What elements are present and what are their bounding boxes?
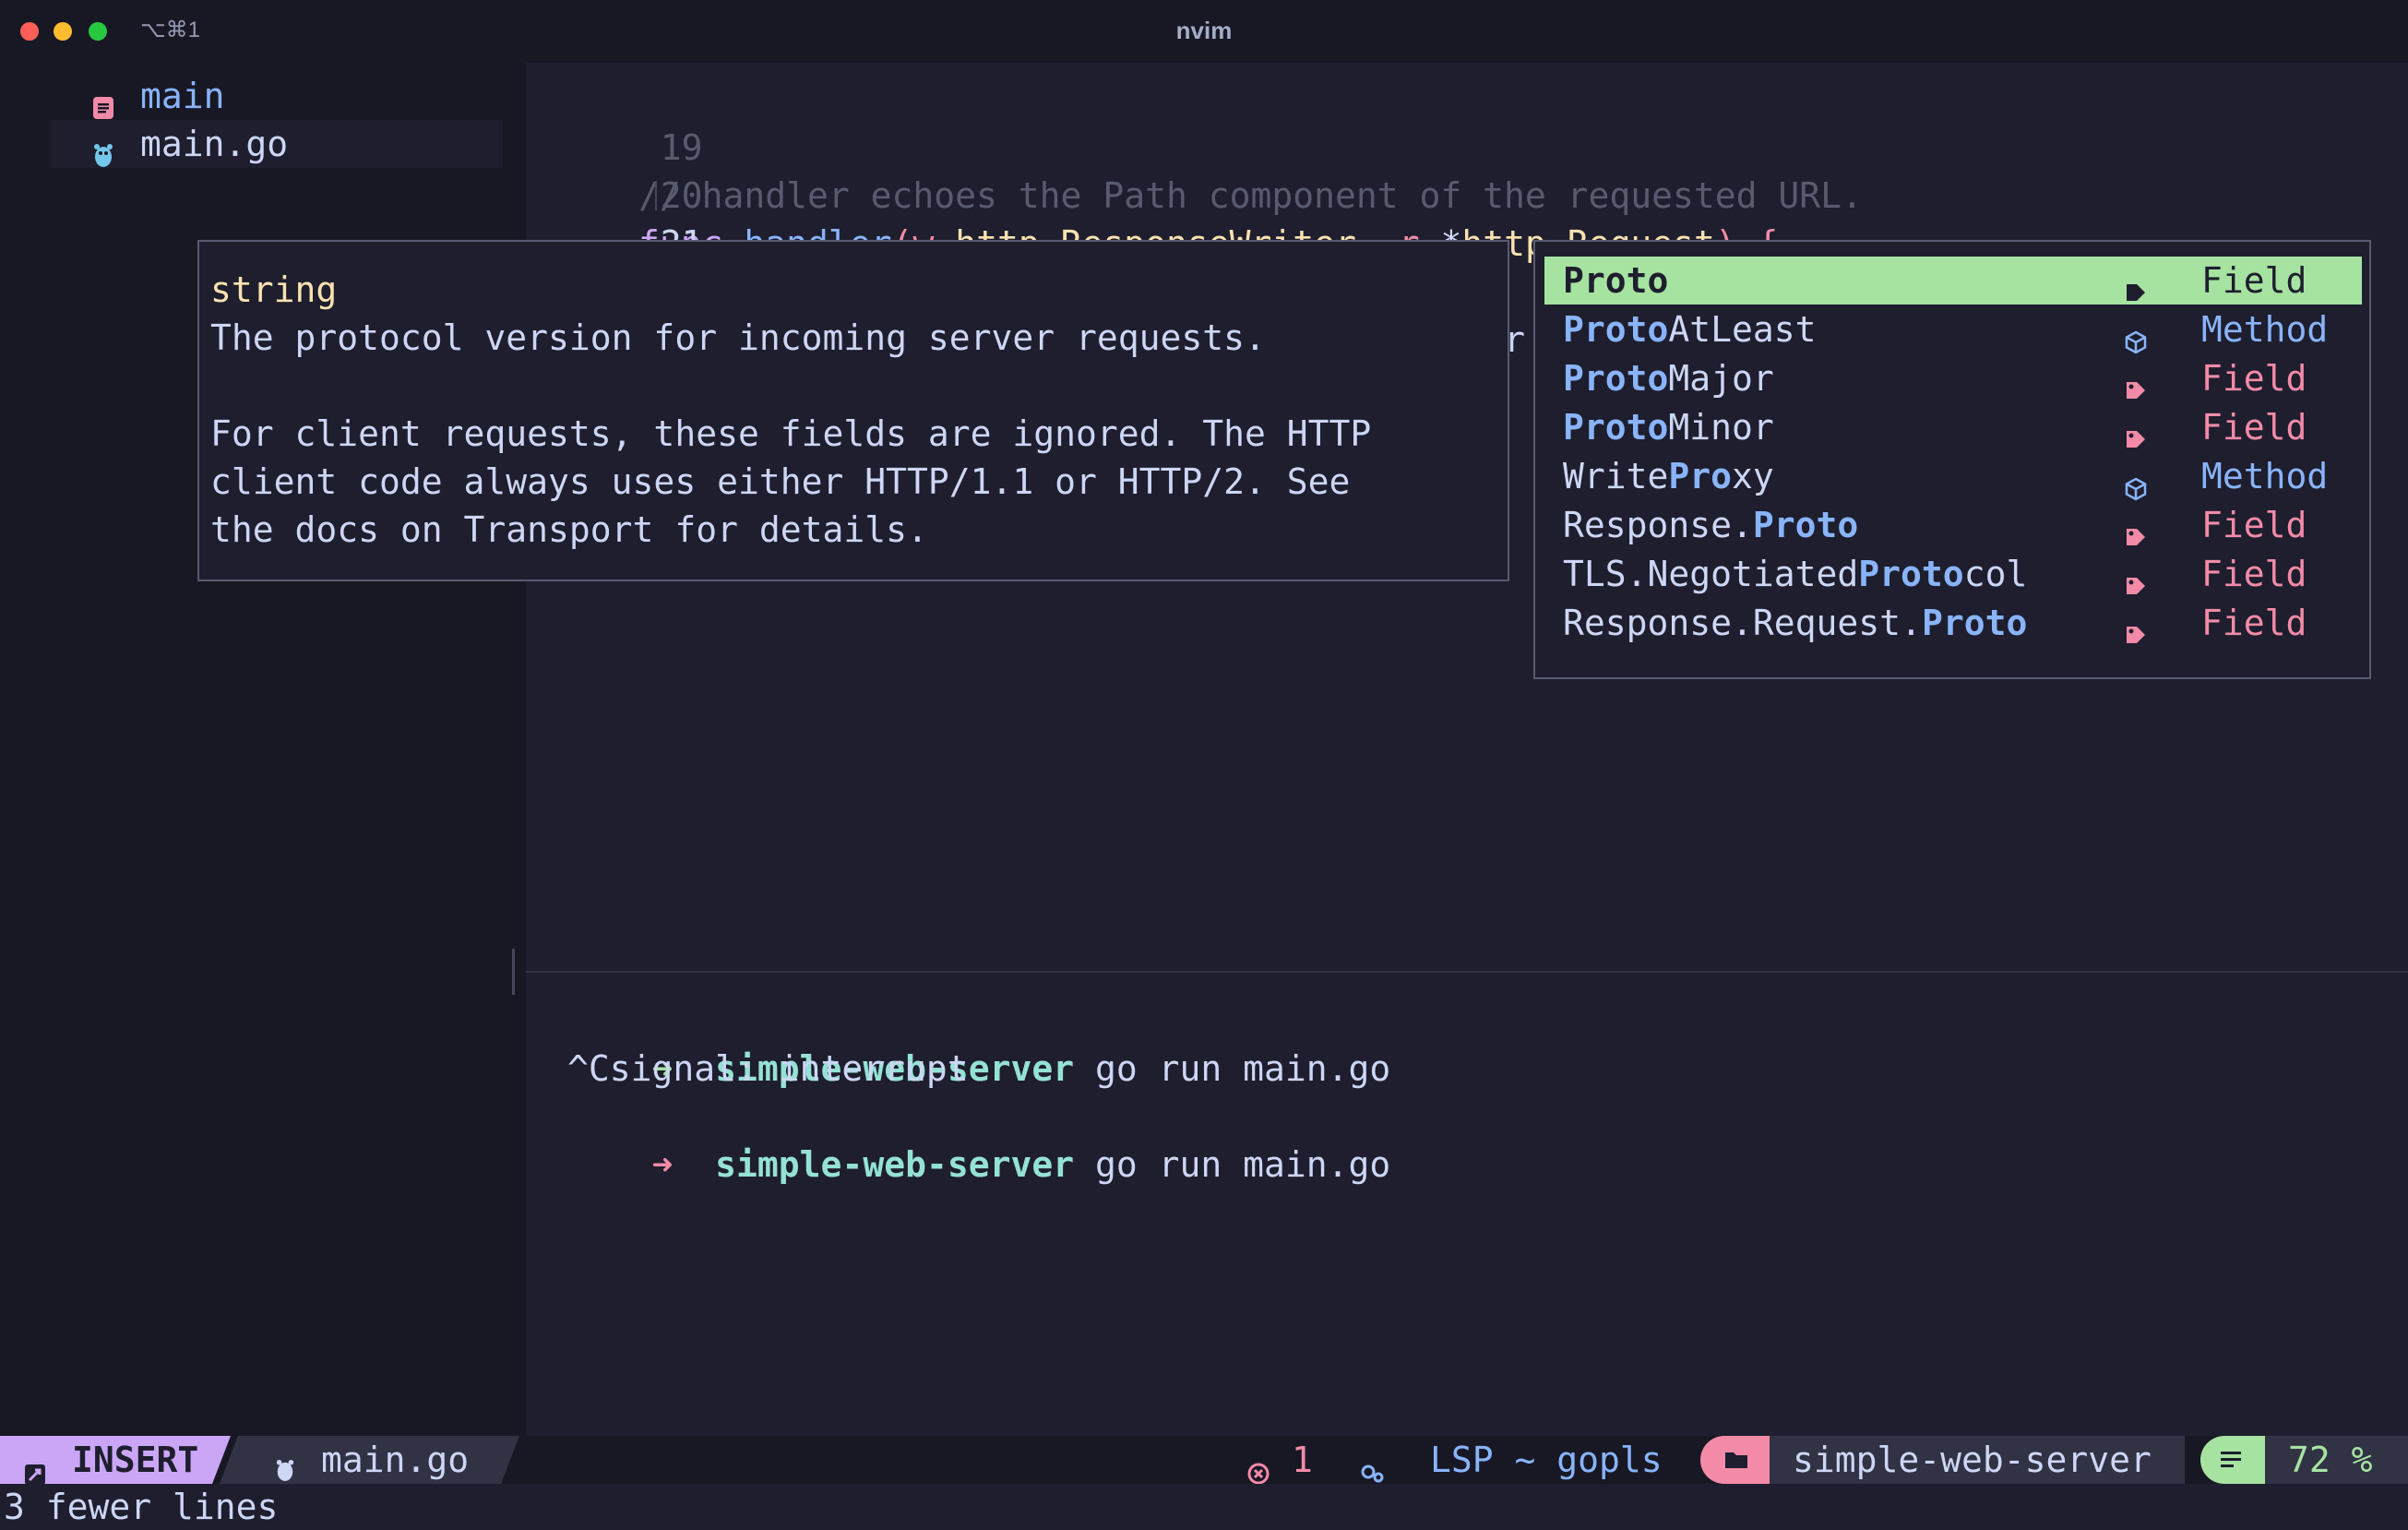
completion-item-kind: Field [2201, 260, 2307, 301]
command-line[interactable]: 3 fewer lines [0, 1484, 2408, 1530]
completion-item-label: ProtoAtLeast [1563, 309, 1817, 350]
code-comment: // handler echoes the Path component of … [638, 175, 1863, 216]
prompt-arrow-icon: ➜ [651, 1144, 674, 1185]
completion-item-kind: Field [2201, 407, 2307, 448]
completion-match: Proto [1563, 358, 1669, 399]
completion-item[interactable]: TLS.NegotiatedProtocol Field [1544, 550, 2362, 598]
completion-item-kind: Field [2201, 505, 2307, 545]
completion-match: Proto [1563, 407, 1669, 448]
progress-icon [2200, 1436, 2265, 1484]
completion-item-kind: Field [2201, 358, 2307, 399]
prompt-dir: simple-web-server [715, 1144, 1075, 1185]
mode-segment: INSERT [0, 1436, 231, 1484]
tree-item-label: main.go [140, 124, 289, 164]
statusline: INSERT main.go 1 LSP ~ gopls simple-web-… [0, 1436, 2408, 1485]
error-count[interactable]: 1 [1292, 1436, 1313, 1484]
terminal-line: ^Csignal: interrupt [567, 1048, 969, 1089]
completion-item-label: Proto [1563, 257, 1668, 305]
terminal-command: go run main.go [1095, 1144, 1391, 1185]
completion-match: Proto [1921, 603, 2028, 643]
completion-item[interactable]: ProtoMinor Field [1544, 403, 2362, 451]
window-title: nvim [1175, 17, 1233, 44]
hover-doc-popup: string The protocol version for incoming… [197, 240, 1509, 581]
completion-item-label: Response.Proto [1563, 505, 1859, 545]
completion-item-label: Response.Request.Proto [1563, 603, 2028, 643]
terminal-line: ➜ simple-web-server go run main.go [567, 1093, 1391, 1185]
completion-item-label: ProtoMinor [1563, 407, 1774, 448]
code-line: 19 // handler echoes the Path component … [526, 76, 1863, 216]
terminal-command: go run main.go [1095, 1048, 1391, 1089]
completion-item[interactable]: Proto Field [1544, 257, 2362, 305]
terminal-pane[interactable]: ➜ simple-web-server go run main.go ^Csig… [526, 997, 2408, 1430]
cwd-segment: simple-web-server [1770, 1436, 2185, 1484]
completion-item[interactable]: WriteProxy Method [1544, 452, 2362, 501]
completion-item[interactable]: Response.Request.Proto Field [1544, 599, 2362, 647]
hover-doc-line: For client requests, these fields are ig… [210, 413, 1372, 454]
code-line-current: 21 fmt.Fprintf(w, "%s %s %s\n", r.Method… [526, 172, 1781, 360]
indent-guide [655, 181, 657, 210]
hover-doc-line: the docs on Transport for details. [210, 509, 928, 550]
lsp-status[interactable]: LSP ~ gopls [1430, 1436, 1663, 1484]
line-number: 19 [660, 127, 703, 168]
completion-match: Pro [1668, 456, 1733, 496]
completion-item-kind: Method [2201, 309, 2329, 350]
completion-item-label: TLS.NegotiatedProtocol [1563, 554, 2028, 594]
completion-menu[interactable]: Proto Field ProtoAtLeast Method ProtoMajor Fi… [1533, 240, 2371, 679]
mode-label: INSERT [72, 1440, 199, 1480]
progress-label: 72 % [2288, 1440, 2373, 1480]
progress-segment: 72 % [2265, 1436, 2408, 1484]
cwd-label: simple-web-server [1793, 1440, 2152, 1480]
completion-item[interactable]: ProtoAtLeast Method [1544, 305, 2362, 354]
hover-doc-line: client code always uses either HTTP/1.1 … [210, 461, 1351, 502]
window-titlebar: ⌥⌘1 nvim [0, 0, 2408, 64]
completion-match: Proto [1858, 554, 1964, 594]
file-segment: main.go [220, 1436, 519, 1484]
terminal-line: ➜ simple-web-server go run main.go [567, 997, 1391, 1089]
completion-item-label: WriteProxy [1563, 456, 1774, 496]
gopher-icon [92, 132, 114, 180]
tree-item-label: main [140, 76, 225, 116]
tree-item-main[interactable]: main [51, 72, 503, 120]
command-message: 3 fewer lines [4, 1487, 279, 1527]
completion-match: Proto [1563, 260, 1669, 301]
completion-item-kind: Field [2201, 603, 2307, 643]
completion-item[interactable]: ProtoMajor Field [1544, 354, 2362, 402]
completion-match: Proto [1752, 505, 1859, 545]
tree-item-main-go[interactable]: main.go [51, 120, 503, 168]
completion-item[interactable]: Response.Proto Field [1544, 501, 2362, 549]
code-line: 20 func handler(w http.ResponseWriter, r… [526, 124, 1779, 264]
folder-icon [1700, 1436, 1770, 1484]
completion-match: Proto [1563, 309, 1669, 350]
split-divider[interactable] [526, 971, 2408, 973]
completion-item-kind: Field [2201, 554, 2307, 594]
hover-doc-line: The protocol version for incoming server… [210, 317, 1266, 358]
field-icon [2124, 612, 2148, 660]
completion-item-label: ProtoMajor [1563, 358, 1774, 399]
hover-doc-type: string [210, 269, 338, 310]
split-marker [512, 949, 515, 995]
status-file-name: main.go [321, 1440, 470, 1480]
completion-item-kind: Method [2201, 456, 2329, 496]
